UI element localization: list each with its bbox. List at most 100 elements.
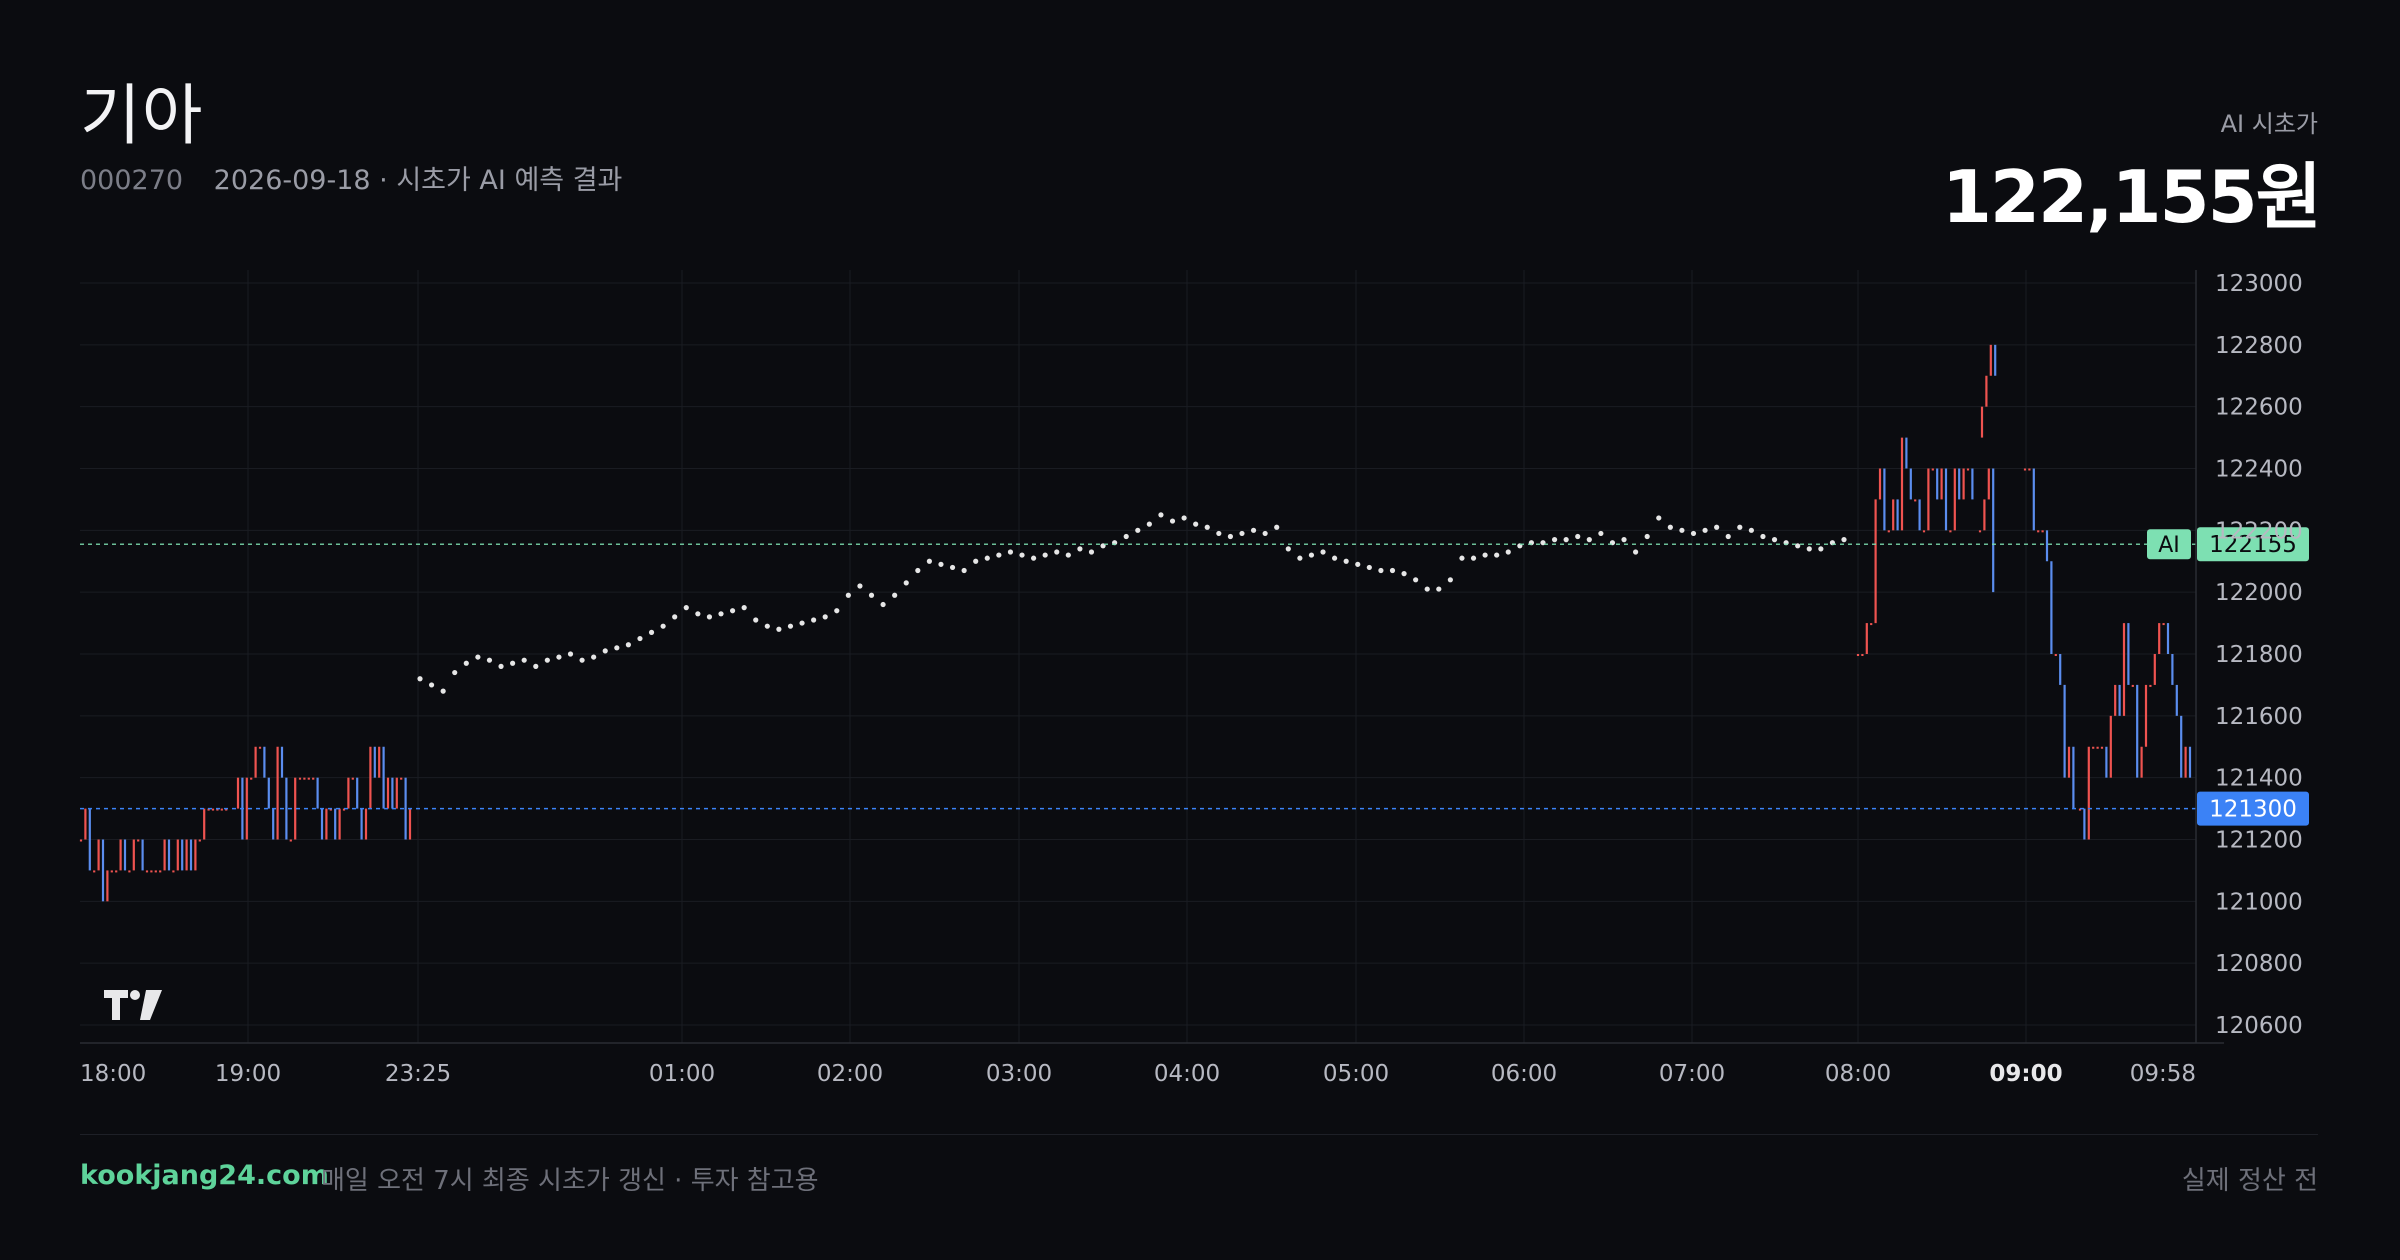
series-dot	[695, 611, 701, 617]
series-dot	[1285, 546, 1291, 552]
series-dot	[1436, 586, 1442, 592]
y-tick-label: 122600	[2215, 395, 2303, 421]
series-dot	[949, 564, 956, 571]
series-dot	[1633, 549, 1639, 555]
y-tick-label: 122200	[2215, 518, 2303, 544]
series-dot	[1169, 518, 1176, 524]
series-dot	[417, 676, 423, 682]
x-tick-label: 02:00	[817, 1061, 883, 1087]
candles	[79, 344, 2192, 902]
series-dot	[729, 608, 736, 614]
series-dot	[452, 669, 458, 676]
series-dot	[683, 605, 689, 611]
series-dot	[1158, 512, 1164, 518]
x-tick-label: 09:58	[2130, 1061, 2196, 1087]
series-dot	[1146, 521, 1152, 527]
series-dot	[1332, 555, 1338, 561]
series-dot	[486, 657, 493, 663]
series-dot	[648, 629, 655, 635]
series-dot	[1239, 530, 1245, 537]
series-dot	[463, 660, 469, 666]
grid	[80, 270, 2196, 1043]
series-dot	[1667, 524, 1673, 530]
x-tick-label: 23:25	[385, 1061, 451, 1087]
y-tick-label: 121800	[2215, 642, 2303, 668]
series-dot	[903, 580, 909, 586]
series-dot	[938, 561, 944, 567]
series-dot	[1714, 524, 1720, 530]
x-tick-label: 01:00	[649, 1061, 715, 1087]
y-tick-label: 122800	[2215, 333, 2303, 359]
footer-site-link[interactable]: kookjang24.com	[80, 1160, 329, 1191]
series-dot	[1274, 524, 1280, 530]
current-price-text: 121300	[2209, 797, 2297, 823]
series-dot	[1042, 552, 1048, 558]
series-dot	[822, 614, 828, 620]
series-dot	[973, 558, 979, 564]
series-dot	[1389, 567, 1396, 574]
series-dot	[1030, 555, 1037, 561]
series-dot	[753, 617, 759, 623]
series-dot	[915, 567, 921, 574]
y-tick-label: 121000	[2215, 889, 2303, 915]
x-tick-label: 19:00	[215, 1061, 281, 1087]
series-dot	[1227, 533, 1234, 540]
series-dot	[1818, 546, 1824, 552]
x-tick-label: 06:00	[1491, 1061, 1557, 1087]
series-dot	[1007, 549, 1014, 555]
series-dot	[1748, 527, 1754, 533]
series-dot	[579, 657, 585, 663]
series-dot	[1413, 577, 1419, 583]
footer-divider	[80, 1134, 2318, 1135]
series-dot	[1065, 552, 1071, 558]
series-dot	[556, 654, 562, 660]
series-dot	[672, 614, 678, 620]
series-dot	[1482, 552, 1488, 558]
series-dot	[1598, 530, 1604, 537]
series-dot	[1378, 567, 1384, 574]
series-dot	[1204, 524, 1210, 530]
footer-status: 실제 정산 전	[2181, 1166, 2318, 1196]
dots-series	[417, 512, 1847, 694]
series-dot	[1366, 564, 1372, 571]
x-tick-label: 04:00	[1154, 1061, 1220, 1087]
price-markers: AI 122155121300	[80, 527, 2309, 826]
series-dot	[776, 626, 782, 632]
axes: 123000 122800 122600 122400 122200 122000 1218…	[80, 270, 2303, 1087]
series-dot	[741, 605, 747, 611]
series-dot	[857, 583, 863, 589]
series-dot	[1123, 533, 1129, 540]
series-dot	[892, 592, 898, 598]
series-dot	[1019, 552, 1025, 558]
series-dot	[1424, 586, 1430, 592]
series-dot	[591, 654, 597, 660]
series-dot	[718, 611, 724, 617]
series-dot	[625, 642, 631, 648]
y-tick-label: 120800	[2215, 951, 2303, 977]
series-dot	[1447, 577, 1453, 583]
series-dot	[567, 651, 574, 657]
x-tick-label: 08:00	[1825, 1061, 1891, 1087]
series-dot	[845, 592, 851, 598]
series-dot	[614, 645, 620, 651]
series-dot	[1077, 546, 1083, 552]
series-dot	[787, 623, 794, 629]
series-dot	[1644, 533, 1650, 540]
series-dot	[533, 663, 539, 669]
price-chart[interactable]: AI 122155121300 1230001228001226001224001…	[0, 0, 2400, 1100]
series-dot	[1656, 515, 1662, 521]
tradingview-logo-icon	[104, 990, 162, 1020]
x-tick-label: 09:00	[1989, 1061, 2062, 1087]
series-dot	[1193, 521, 1199, 527]
series-dot	[428, 682, 435, 688]
series-dot	[602, 648, 608, 654]
series-dot	[1702, 527, 1708, 533]
series-dot	[1725, 533, 1731, 540]
x-tick-label: 05:00	[1323, 1061, 1389, 1087]
series-dot	[1505, 549, 1511, 555]
series-dot	[1262, 530, 1268, 537]
series-dot	[498, 663, 504, 669]
series-dot	[1054, 549, 1060, 555]
series-dot	[1216, 530, 1222, 537]
series-dot	[1470, 555, 1477, 561]
